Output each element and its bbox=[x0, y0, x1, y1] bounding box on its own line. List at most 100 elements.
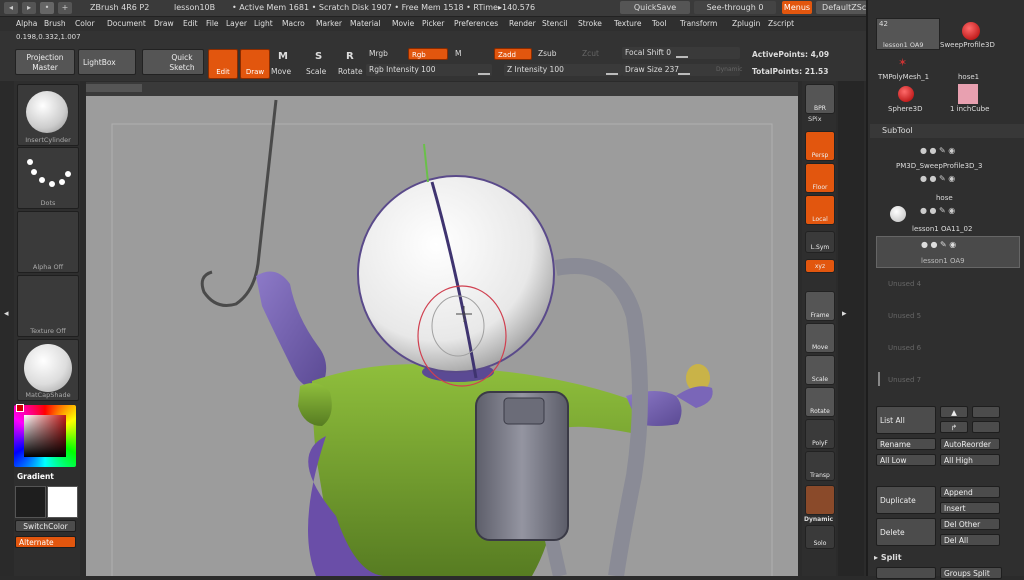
groups-split-button[interactable]: Groups Split bbox=[940, 567, 1002, 579]
menu-alpha[interactable]: Alpha bbox=[16, 17, 37, 31]
subtool-row-3[interactable]: ● ● ✎ ◉ lesson1 OA11_02 bbox=[876, 202, 1018, 233]
color-picker-wheel[interactable] bbox=[14, 405, 76, 467]
floor-button[interactable]: Floor bbox=[805, 163, 835, 193]
secondary-color-swatch[interactable] bbox=[15, 486, 46, 518]
persp-button[interactable]: Persp bbox=[805, 131, 835, 161]
focal-shift-slider[interactable]: Focal Shift 0 bbox=[622, 47, 740, 59]
canvas-scroll-handle[interactable] bbox=[86, 84, 142, 92]
delete-button[interactable]: Delete bbox=[876, 518, 936, 546]
draw-size-knob[interactable] bbox=[678, 73, 690, 75]
move-button[interactable]: Move bbox=[271, 67, 291, 76]
menu-transform[interactable]: Transform bbox=[680, 17, 717, 31]
subtool-unused-7[interactable]: Unused 7 bbox=[888, 376, 921, 384]
menu-layer[interactable]: Layer bbox=[226, 17, 247, 31]
texture-thumbnail[interactable]: Texture Off bbox=[17, 275, 79, 337]
right-tray-handle[interactable]: ▸ bbox=[838, 81, 864, 576]
switchcolor-button[interactable]: SwitchColor bbox=[15, 520, 76, 532]
visibility-eye-icon[interactable]: ● ● ✎ ◉ bbox=[920, 146, 955, 155]
move-up-extra-button[interactable] bbox=[972, 406, 1000, 418]
menu-texture[interactable]: Texture bbox=[614, 17, 641, 31]
z-intensity-knob[interactable] bbox=[606, 73, 618, 75]
move-down-extra-button[interactable] bbox=[972, 421, 1000, 433]
polyf-button[interactable]: PolyF bbox=[805, 419, 835, 449]
all-high-button[interactable]: All High bbox=[940, 454, 1000, 466]
mrgb-toggle[interactable]: Mrgb bbox=[369, 49, 388, 58]
options-icon[interactable]: • bbox=[40, 2, 54, 14]
move-up-arrow-icon[interactable]: ▲ bbox=[940, 406, 968, 418]
del-other-button[interactable]: Del Other bbox=[940, 518, 1000, 530]
zadd-toggle[interactable]: Zadd bbox=[494, 48, 532, 60]
rgb-toggle[interactable]: Rgb bbox=[408, 48, 448, 60]
split-hidden-button[interactable] bbox=[876, 567, 936, 579]
menu-draw[interactable]: Draw bbox=[154, 17, 174, 31]
all-low-button[interactable]: All Low bbox=[876, 454, 936, 466]
color-picker-square[interactable] bbox=[24, 415, 66, 457]
visibility-eye-icon-4[interactable]: ● ● ✎ ◉ bbox=[921, 240, 956, 249]
subtool-unused-4[interactable]: Unused 4 bbox=[888, 280, 921, 288]
subtool-row-2[interactable]: ● ● ✎ ◉ hose bbox=[876, 170, 1018, 202]
alternate-button[interactable]: Alternate bbox=[15, 536, 76, 548]
lsym-button[interactable]: L.Sym bbox=[805, 231, 835, 253]
menu-brush[interactable]: Brush bbox=[44, 17, 66, 31]
autoreorder-button[interactable]: AutoReorder bbox=[940, 438, 1000, 450]
stroke-thumbnail[interactable]: Dots bbox=[17, 147, 79, 209]
menu-marker[interactable]: Marker bbox=[316, 17, 342, 31]
subtool-scrollbar[interactable] bbox=[878, 372, 880, 386]
menu-material[interactable]: Material bbox=[350, 17, 380, 31]
tool-name-hose[interactable]: hose1 bbox=[958, 73, 979, 81]
menu-macro[interactable]: Macro bbox=[282, 17, 305, 31]
sweep-profile-icon[interactable] bbox=[962, 22, 980, 40]
menu-light[interactable]: Light bbox=[254, 17, 273, 31]
viewport-canvas[interactable] bbox=[86, 96, 798, 580]
rgb-intensity-slider[interactable]: Rgb Intensity 100 bbox=[366, 64, 492, 76]
focal-shift-knob[interactable] bbox=[676, 56, 688, 58]
frame-button[interactable]: Frame bbox=[805, 291, 835, 321]
zsub-toggle[interactable]: Zsub bbox=[538, 49, 557, 58]
menu-document[interactable]: Document bbox=[107, 17, 146, 31]
edit-button[interactable]: Edit bbox=[208, 49, 238, 79]
close-icon[interactable]: ◂ bbox=[4, 2, 18, 14]
subtool-row-selected[interactable]: ● ● ✎ ◉ lesson1 OA9 bbox=[876, 236, 1020, 268]
ghost-button[interactable] bbox=[805, 485, 835, 515]
subtool-row-1[interactable]: PM3D_SweepProfile3D_3 ● ● ✎ ◉ bbox=[876, 142, 1018, 172]
menu-stroke[interactable]: Stroke bbox=[578, 17, 602, 31]
rename-button[interactable]: Rename bbox=[876, 438, 936, 450]
subtool-header[interactable]: SubTool bbox=[870, 124, 1024, 138]
quick-sketch-button[interactable]: Quick Sketch bbox=[142, 49, 204, 75]
rotate-view-button[interactable]: Rotate bbox=[805, 387, 835, 417]
menu-tool[interactable]: Tool bbox=[652, 17, 667, 31]
material-thumbnail[interactable]: MatCapShade bbox=[17, 339, 79, 401]
lightbox-button[interactable]: LightBox bbox=[78, 49, 136, 75]
menu-zscript[interactable]: Zscript bbox=[768, 17, 794, 31]
visibility-eye-icon-3[interactable]: ● ● ✎ ◉ bbox=[920, 206, 955, 215]
local-button[interactable]: Local bbox=[805, 195, 835, 225]
brush-thumbnail[interactable]: InsertCylinder bbox=[17, 84, 79, 146]
see-through-slider[interactable]: See-through 0 bbox=[694, 1, 776, 14]
menu-file[interactable]: File bbox=[206, 17, 219, 31]
minimize-icon[interactable]: ▸ bbox=[22, 2, 36, 14]
zcut-toggle[interactable]: Zcut bbox=[582, 49, 599, 58]
projection-master-button[interactable]: Projection Master bbox=[15, 49, 75, 75]
split-section-header[interactable]: ▸ Split bbox=[874, 553, 902, 562]
move-down-arrow-icon[interactable]: ↱ bbox=[940, 421, 968, 433]
rotate-button[interactable]: Rotate bbox=[338, 67, 363, 76]
cube-icon[interactable] bbox=[958, 84, 978, 104]
dynamic-toggle[interactable]: Dynamic bbox=[716, 66, 742, 73]
quicksave-button[interactable]: QuickSave bbox=[620, 1, 690, 14]
tool-thumb-lesson[interactable]: 42 lesson1 OA9 bbox=[876, 18, 940, 50]
move-view-button[interactable]: Move bbox=[805, 323, 835, 353]
subtool-unused-5[interactable]: Unused 5 bbox=[888, 312, 921, 320]
list-all-button[interactable]: List All bbox=[876, 406, 936, 434]
duplicate-button[interactable]: Duplicate bbox=[876, 486, 936, 514]
sphere3d-icon[interactable] bbox=[898, 86, 914, 102]
solo-button[interactable]: Solo bbox=[805, 525, 835, 549]
m-toggle[interactable]: M bbox=[455, 49, 461, 58]
menu-render[interactable]: Render bbox=[509, 17, 536, 31]
left-tray-handle[interactable]: ◂ bbox=[0, 81, 14, 576]
menu-color[interactable]: Color bbox=[75, 17, 95, 31]
menu-preferences[interactable]: Preferences bbox=[454, 17, 498, 31]
menu-picker[interactable]: Picker bbox=[422, 17, 444, 31]
subtool-unused-6[interactable]: Unused 6 bbox=[888, 344, 921, 352]
scale-button[interactable]: Scale bbox=[306, 67, 326, 76]
menu-zplugin[interactable]: Zplugin bbox=[732, 17, 760, 31]
